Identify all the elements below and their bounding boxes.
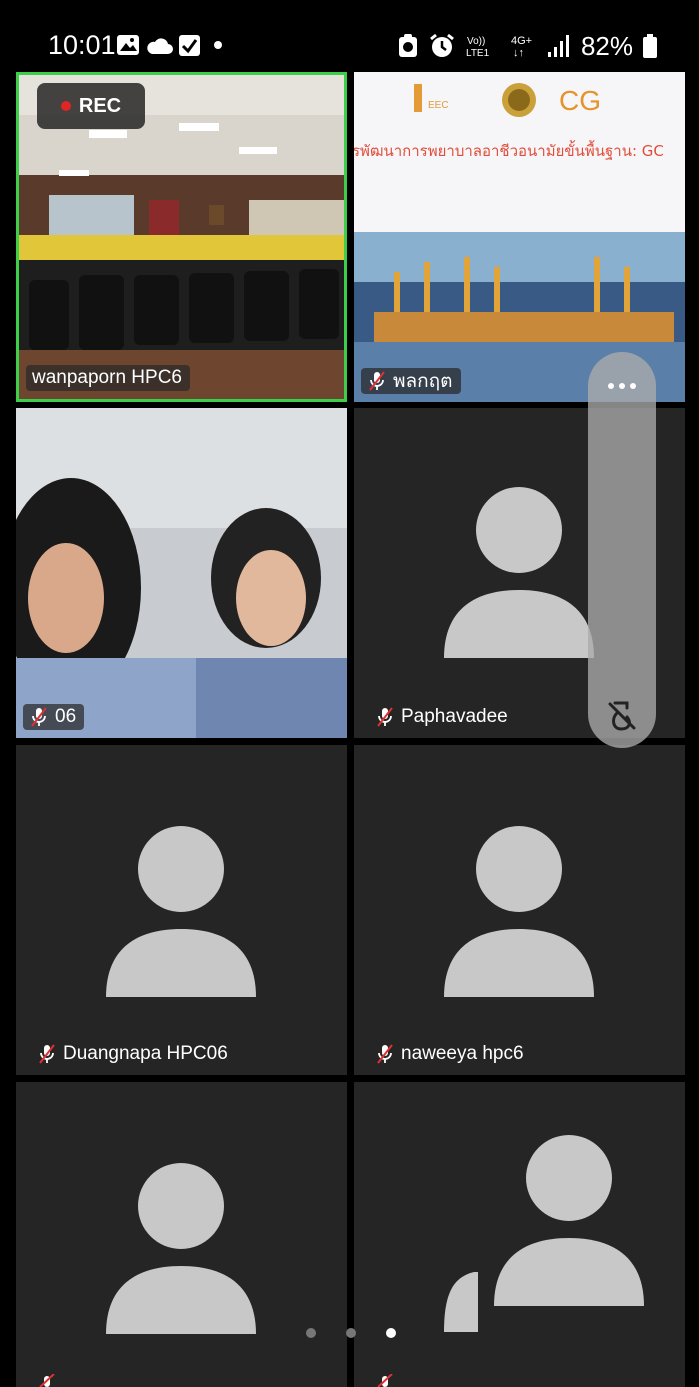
mic-muted-icon: [31, 707, 47, 727]
svg-text:↓↑: ↓↑: [513, 47, 524, 59]
eec-logo: EEC: [428, 100, 449, 111]
participant-name-tag: พลกฤต: [361, 368, 461, 394]
participant-name: naweeya hpc6: [401, 1043, 524, 1064]
mic-muted-icon: [39, 1374, 55, 1387]
video-tile-duangnapa[interactable]: Duangnapa HPC06: [16, 745, 347, 1075]
video-tile-7[interactable]: [16, 1082, 347, 1387]
avatar-placeholder-icon: [106, 826, 256, 997]
mic-muted-icon: [377, 1044, 393, 1064]
volte-icon: Vo)) LTE1: [466, 36, 490, 59]
svg-text:4G+: 4G+: [511, 35, 532, 47]
participant-name-tag: 06: [23, 704, 85, 730]
battery-icon: [643, 34, 657, 58]
battery-percent: 82%: [580, 30, 633, 61]
svg-text:LTE1: LTE1: [466, 48, 490, 59]
avatar-placeholder-icon: [444, 487, 594, 658]
page-dot-1[interactable]: [306, 1328, 316, 1338]
participant-name: พลกฤต: [393, 371, 453, 392]
mic-muted-icon: [39, 1044, 55, 1064]
page-dot-2[interactable]: [346, 1328, 356, 1338]
people-video: [16, 408, 347, 738]
participant-name-tag: Paphavadee: [361, 704, 516, 730]
video-tile-naweeya[interactable]: naweeya hpc6: [354, 745, 685, 1075]
avatar-placeholder-icon: [444, 826, 594, 997]
participant-name: Paphavadee: [401, 706, 508, 727]
participant-name: Duangnapa HPC06: [63, 1043, 228, 1064]
page-indicator[interactable]: [300, 1328, 410, 1340]
more-options-button[interactable]: [588, 366, 656, 406]
signal-icon: [547, 35, 569, 57]
participant-name-tag: naweeya hpc6: [361, 1041, 532, 1067]
avatar-placeholder-icon: [494, 1135, 644, 1306]
rec-dot-icon: [60, 101, 71, 111]
mic-muted-icon: [377, 707, 393, 727]
avatar-placeholder-icon: [106, 1163, 256, 1334]
video-tile-8[interactable]: [354, 1082, 685, 1387]
recording-indicator: REC: [37, 83, 145, 129]
clock: 10:01: [48, 30, 116, 60]
checkbox-icon: [179, 35, 200, 56]
mic-muted-icon: [377, 1374, 393, 1387]
participant-name: wanpaporn HPC6: [32, 367, 182, 388]
video-tile-presentation[interactable]: EEC CG รพัฒนาการพยาบาลอาชีวอนามัยขั้นพื้…: [354, 72, 685, 402]
page-dot-3[interactable]: [386, 1328, 396, 1338]
gallery-icon: [117, 35, 139, 55]
network-type-icon: 4G+ ↓↑: [511, 35, 532, 59]
presentation-video: EEC CG รพัฒนาการพยาบาลอาชีวอนามัยขั้นพื้…: [354, 72, 685, 402]
participant-name-tag: Duangnapa HPC06: [23, 1041, 236, 1067]
video-tile-wanpaporn[interactable]: REC wanpaporn HPC6: [16, 72, 347, 402]
more-icon-dot: [630, 383, 636, 389]
pip-toggle-button[interactable]: [588, 692, 656, 740]
mic-muted-icon: [369, 371, 385, 391]
go-logo: CG: [559, 85, 601, 116]
status-right: Vo)) LTE1 4G+ ↓↑ 82%: [397, 30, 657, 62]
more-icon-dot: [619, 383, 625, 389]
vpn-icon: [398, 34, 417, 57]
more-icon: [608, 383, 614, 389]
participant-name-tag: wanpaporn HPC6: [26, 365, 190, 391]
participant-name: 06: [55, 706, 77, 727]
svg-text:Vo)): Vo)): [467, 36, 485, 47]
floating-control-panel[interactable]: [588, 352, 656, 748]
alarm-icon: [430, 33, 454, 57]
rec-label: REC: [78, 94, 122, 117]
dragged-tile-overlay: [478, 1082, 685, 1387]
dot-icon: [214, 41, 222, 49]
pip-off-icon: [608, 701, 636, 731]
status-bar: 10:01 Vo)) LTE1 4G+ ↓↑ 82%: [0, 0, 699, 72]
video-tile-06[interactable]: 06: [16, 408, 347, 738]
cloud-icon: [147, 38, 173, 54]
slide-title: รพัฒนาการพยาบาลอาชีวอนามัยขั้นพื้นฐาน: G…: [354, 140, 664, 160]
